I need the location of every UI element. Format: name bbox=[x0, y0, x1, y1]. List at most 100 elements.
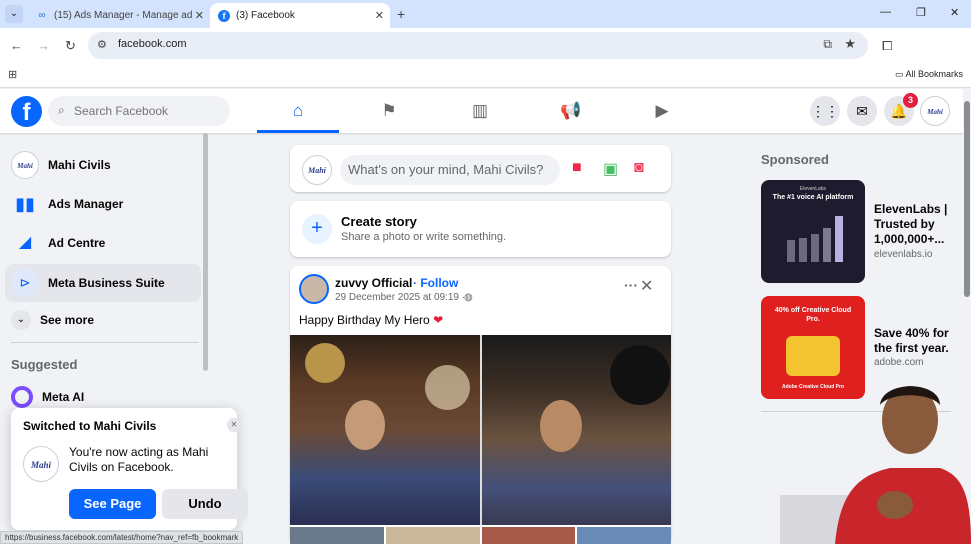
thumbnail[interactable] bbox=[385, 527, 480, 544]
tab-search-button[interactable]: ⌄ bbox=[5, 5, 23, 23]
ad-bar bbox=[787, 240, 795, 262]
toast-message: You're now acting as Mahi Civils on Face… bbox=[69, 445, 209, 474]
address-bar-row: ← → ↻ ⚙ facebook.com ⧉ ★ bbox=[0, 28, 971, 64]
sidebar-item-mahi-civils[interactable]: Mahi Mahi Civils bbox=[5, 146, 201, 184]
toast-title: Switched to Mahi Civils bbox=[23, 419, 157, 433]
live-video-icon[interactable]: ■ bbox=[572, 159, 582, 177]
bookmark-star-icon[interactable]: ★ bbox=[844, 36, 856, 52]
account-avatar[interactable]: Mahi bbox=[920, 96, 950, 126]
flag-icon: ⚑ bbox=[381, 101, 397, 120]
plus-icon: + bbox=[302, 214, 332, 244]
ad-bar bbox=[811, 234, 819, 262]
ad-elevenlabs[interactable]: ElevenLabs The #1 voice AI platform Elev… bbox=[761, 180, 961, 283]
tab-ads-manager[interactable]: ∞ (15) Ads Manager - Manage ad ✕ bbox=[28, 3, 210, 28]
search-box[interactable]: ⌕ bbox=[48, 96, 230, 126]
all-bookmarks-link[interactable]: ▭ All Bookmarks bbox=[895, 69, 963, 80]
reel-icon[interactable]: ◙ bbox=[634, 159, 644, 177]
person-face bbox=[345, 400, 385, 450]
thumbnail[interactable] bbox=[577, 527, 671, 544]
chart-icon: ▥ bbox=[471, 101, 489, 120]
sidebar-item-label: Meta Business Suite bbox=[48, 276, 165, 290]
nav-video-tab[interactable]: ▶ bbox=[621, 89, 703, 133]
site-settings-icon[interactable]: ⚙ bbox=[97, 38, 107, 51]
meta-icon: ∞ bbox=[38, 9, 46, 21]
tab-title: (15) Ads Manager - Manage ad bbox=[54, 10, 193, 21]
scrollbar-thumb[interactable] bbox=[964, 101, 970, 297]
bar-chart-icon: ▮▮ bbox=[15, 194, 35, 214]
follow-link[interactable]: · Follow bbox=[413, 276, 458, 290]
undo-button[interactable]: Undo bbox=[162, 489, 248, 519]
tab-title: (3) Facebook bbox=[236, 10, 295, 21]
grid-icon: ⋮⋮ bbox=[811, 103, 839, 119]
white-balloon bbox=[425, 365, 470, 410]
sidebar-scrollbar[interactable] bbox=[203, 133, 208, 371]
forward-button[interactable]: → bbox=[37, 38, 50, 53]
see-page-button[interactable]: See Page bbox=[69, 489, 156, 519]
photo-thumbnails bbox=[290, 527, 671, 544]
ad-bar bbox=[823, 228, 831, 262]
back-button[interactable]: ← bbox=[10, 38, 23, 53]
status-bar-url: https://business.facebook.com/latest/hom… bbox=[0, 531, 244, 544]
create-story-title: Create story bbox=[341, 214, 417, 229]
photo-icon[interactable]: ▣ bbox=[603, 159, 618, 179]
extensions-icon[interactable]: ⧠ bbox=[882, 38, 892, 54]
sponsored-heading: Sponsored bbox=[761, 152, 829, 167]
browser-tab-strip: ⌄ ∞ (15) Ads Manager - Manage ad ✕ f (3)… bbox=[0, 0, 971, 28]
search-icon: ⌕ bbox=[58, 103, 65, 117]
suggested-heading: Suggested bbox=[11, 357, 78, 372]
switched-profile-toast: Switched to Mahi Civils ✕ Mahi You're no… bbox=[11, 408, 248, 530]
thumbnail[interactable] bbox=[481, 527, 576, 544]
megaphone-icon: ◢ bbox=[18, 234, 32, 251]
nav-pages-tab[interactable]: ⚑ bbox=[348, 89, 430, 133]
ad-domain: adobe.com bbox=[874, 357, 924, 368]
ad-bar bbox=[835, 216, 843, 262]
tab-facebook[interactable]: f (3) Facebook ✕ bbox=[210, 3, 390, 28]
globe-icon: ◍ bbox=[464, 292, 473, 303]
thumbnail[interactable] bbox=[290, 527, 384, 544]
facebook-logo-icon[interactable]: f bbox=[11, 96, 42, 127]
post-timestamp[interactable]: 29 December 2025 at 09:19 · bbox=[335, 292, 465, 303]
window-close-button[interactable]: ✕ bbox=[950, 6, 959, 19]
facebook-header: f ⌕ ⌂ ⚑ ▥ 📢 ▶ ⋮⋮ ✉ 🔔 Mahi bbox=[0, 89, 963, 133]
install-app-icon[interactable]: ⧉ bbox=[823, 37, 832, 52]
ad-title: Save 40% for the first year. bbox=[874, 326, 949, 355]
messenger-button[interactable]: ✉ bbox=[847, 96, 877, 126]
create-story-card[interactable]: + Create story Share a photo or write so… bbox=[290, 201, 671, 257]
url-bar[interactable]: ⚙ facebook.com ⧉ ★ bbox=[88, 32, 868, 59]
ad-illustration bbox=[786, 336, 840, 376]
reload-button[interactable]: ↻ bbox=[65, 38, 76, 54]
sidebar-item-meta-business-suite[interactable]: ⊳ Meta Business Suite bbox=[5, 264, 201, 302]
author-avatar[interactable] bbox=[299, 274, 329, 304]
sidebar-item-label: Meta AI bbox=[42, 390, 85, 404]
maximize-button[interactable]: ❐ bbox=[916, 6, 926, 19]
post-author[interactable]: zuvvy Official bbox=[335, 276, 412, 290]
new-tab-button[interactable]: + bbox=[397, 6, 405, 22]
post-photo[interactable] bbox=[290, 335, 671, 525]
see-more-button[interactable]: ⌄ See more bbox=[5, 301, 201, 339]
nav-home-tab[interactable]: ⌂ bbox=[257, 89, 339, 133]
nav-insights-tab[interactable]: ▥ bbox=[439, 89, 521, 133]
sidebar-item-ads-manager[interactable]: ▮▮ Ads Manager bbox=[5, 185, 201, 223]
close-icon[interactable]: ✕ bbox=[195, 9, 204, 22]
user-avatar: Mahi bbox=[302, 155, 332, 185]
more-options-icon[interactable]: ··· bbox=[624, 277, 638, 293]
facebook-icon: f bbox=[218, 9, 230, 22]
close-icon[interactable]: ✕ bbox=[640, 276, 653, 296]
ad-domain: elevenlabs.io bbox=[874, 249, 933, 260]
sidebar-item-ad-centre[interactable]: ◢ Ad Centre bbox=[5, 224, 201, 262]
ad-bar bbox=[799, 238, 807, 262]
bookmarks-bar: ⊞ ▭ All Bookmarks bbox=[0, 64, 971, 88]
notification-badge: 3 bbox=[903, 93, 918, 108]
composer-input[interactable]: What's on your mind, Mahi Civils? bbox=[340, 155, 560, 185]
menu-grid-button[interactable]: ⋮⋮ bbox=[810, 96, 840, 126]
close-icon[interactable]: ✕ bbox=[227, 418, 241, 432]
ad-image: ElevenLabs The #1 voice AI platform bbox=[761, 180, 865, 283]
close-icon[interactable]: ✕ bbox=[375, 9, 384, 22]
nav-ads-tab[interactable]: 📢 bbox=[530, 89, 612, 133]
minimize-button[interactable]: — bbox=[880, 6, 891, 18]
sidebar-divider bbox=[11, 342, 199, 343]
sidebar-item-label: Mahi Civils bbox=[48, 158, 111, 172]
search-input[interactable] bbox=[74, 96, 224, 126]
apps-grid-icon[interactable]: ⊞ bbox=[8, 68, 17, 81]
ad-title: ElevenLabs | Trusted by 1,000,000+... bbox=[874, 202, 948, 246]
